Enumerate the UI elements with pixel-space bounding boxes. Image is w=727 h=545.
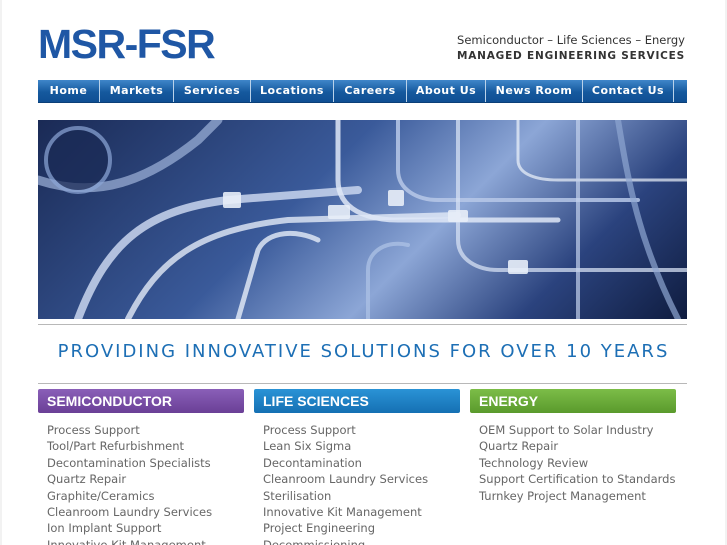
list-item[interactable]: Decommissioning [263,537,460,545]
list-item[interactable]: Sterilisation [263,488,460,504]
pipework-illustration [38,120,687,319]
divider-top [38,324,687,325]
column-energy: ENERGY OEM Support to Solar Industry Qua… [470,389,676,504]
list-item[interactable]: Support Certification to Standards [479,471,676,487]
tagline: Semiconductor – Life Sciences – Energy M… [457,32,685,64]
logo[interactable]: MSR-FSR [38,22,216,66]
column-life-sciences: LIFE SCIENCES Process Support Lean Six S… [254,389,460,545]
list-item[interactable]: Quartz Repair [479,438,676,454]
nav-home[interactable]: Home [38,80,100,102]
nav-services[interactable]: Services [174,80,251,102]
column-header-life-sciences[interactable]: LIFE SCIENCES [254,389,460,413]
nav-contact-us[interactable]: Contact Us [583,80,674,102]
nav-locations[interactable]: Locations [251,80,334,102]
list-item[interactable]: Decontamination Specialists [47,455,244,471]
divider-bottom [38,383,687,384]
list-item[interactable]: Ion Implant Support [47,520,244,536]
list-item[interactable]: Lean Six Sigma [263,438,460,454]
column-header-energy[interactable]: ENERGY [470,389,676,413]
headline: PROVIDING INNOVATIVE SOLUTIONS FOR OVER … [57,341,670,362]
semiconductor-list: Process Support Tool/Part Refurbishment … [38,413,244,545]
hero-image [38,120,687,319]
list-item[interactable]: Graphite/Ceramics [47,488,244,504]
energy-list: OEM Support to Solar Industry Quartz Rep… [470,413,676,504]
list-item[interactable]: Innovative Kit Management [263,504,460,520]
nav-about-us[interactable]: About Us [407,80,486,102]
list-item[interactable]: Cleanroom Laundry Services [263,471,460,487]
list-item[interactable]: Turnkey Project Management [479,488,676,504]
list-item[interactable]: Process Support [263,422,460,438]
list-item[interactable]: Tool/Part Refurbishment [47,438,244,454]
list-item[interactable]: Process Support [47,422,244,438]
list-item[interactable]: Quartz Repair [47,471,244,487]
column-header-semiconductor[interactable]: SEMICONDUCTOR [38,389,244,413]
main-nav: Home Markets Services Locations Careers … [38,80,687,103]
list-item[interactable]: Cleanroom Laundry Services [47,504,244,520]
list-item[interactable]: Technology Review [479,455,676,471]
nav-careers[interactable]: Careers [334,80,407,102]
list-item[interactable]: Decontamination [263,455,460,471]
nav-markets[interactable]: Markets [100,80,174,102]
list-item[interactable]: OEM Support to Solar Industry [479,422,676,438]
tagline-services: MANAGED ENGINEERING SERVICES [456,50,685,62]
list-item[interactable]: Innovative Kit Management [47,537,244,545]
life-sciences-list: Process Support Lean Six Sigma Decontami… [254,413,460,545]
tagline-markets: Semiconductor – Life Sciences – Energy [457,33,685,47]
page: MSR-FSR Semiconductor – Life Sciences – … [2,0,725,545]
column-semiconductor: SEMICONDUCTOR Process Support Tool/Part … [38,389,244,545]
nav-news-room[interactable]: News Room [486,80,583,102]
list-item[interactable]: Project Engineering [263,520,460,536]
